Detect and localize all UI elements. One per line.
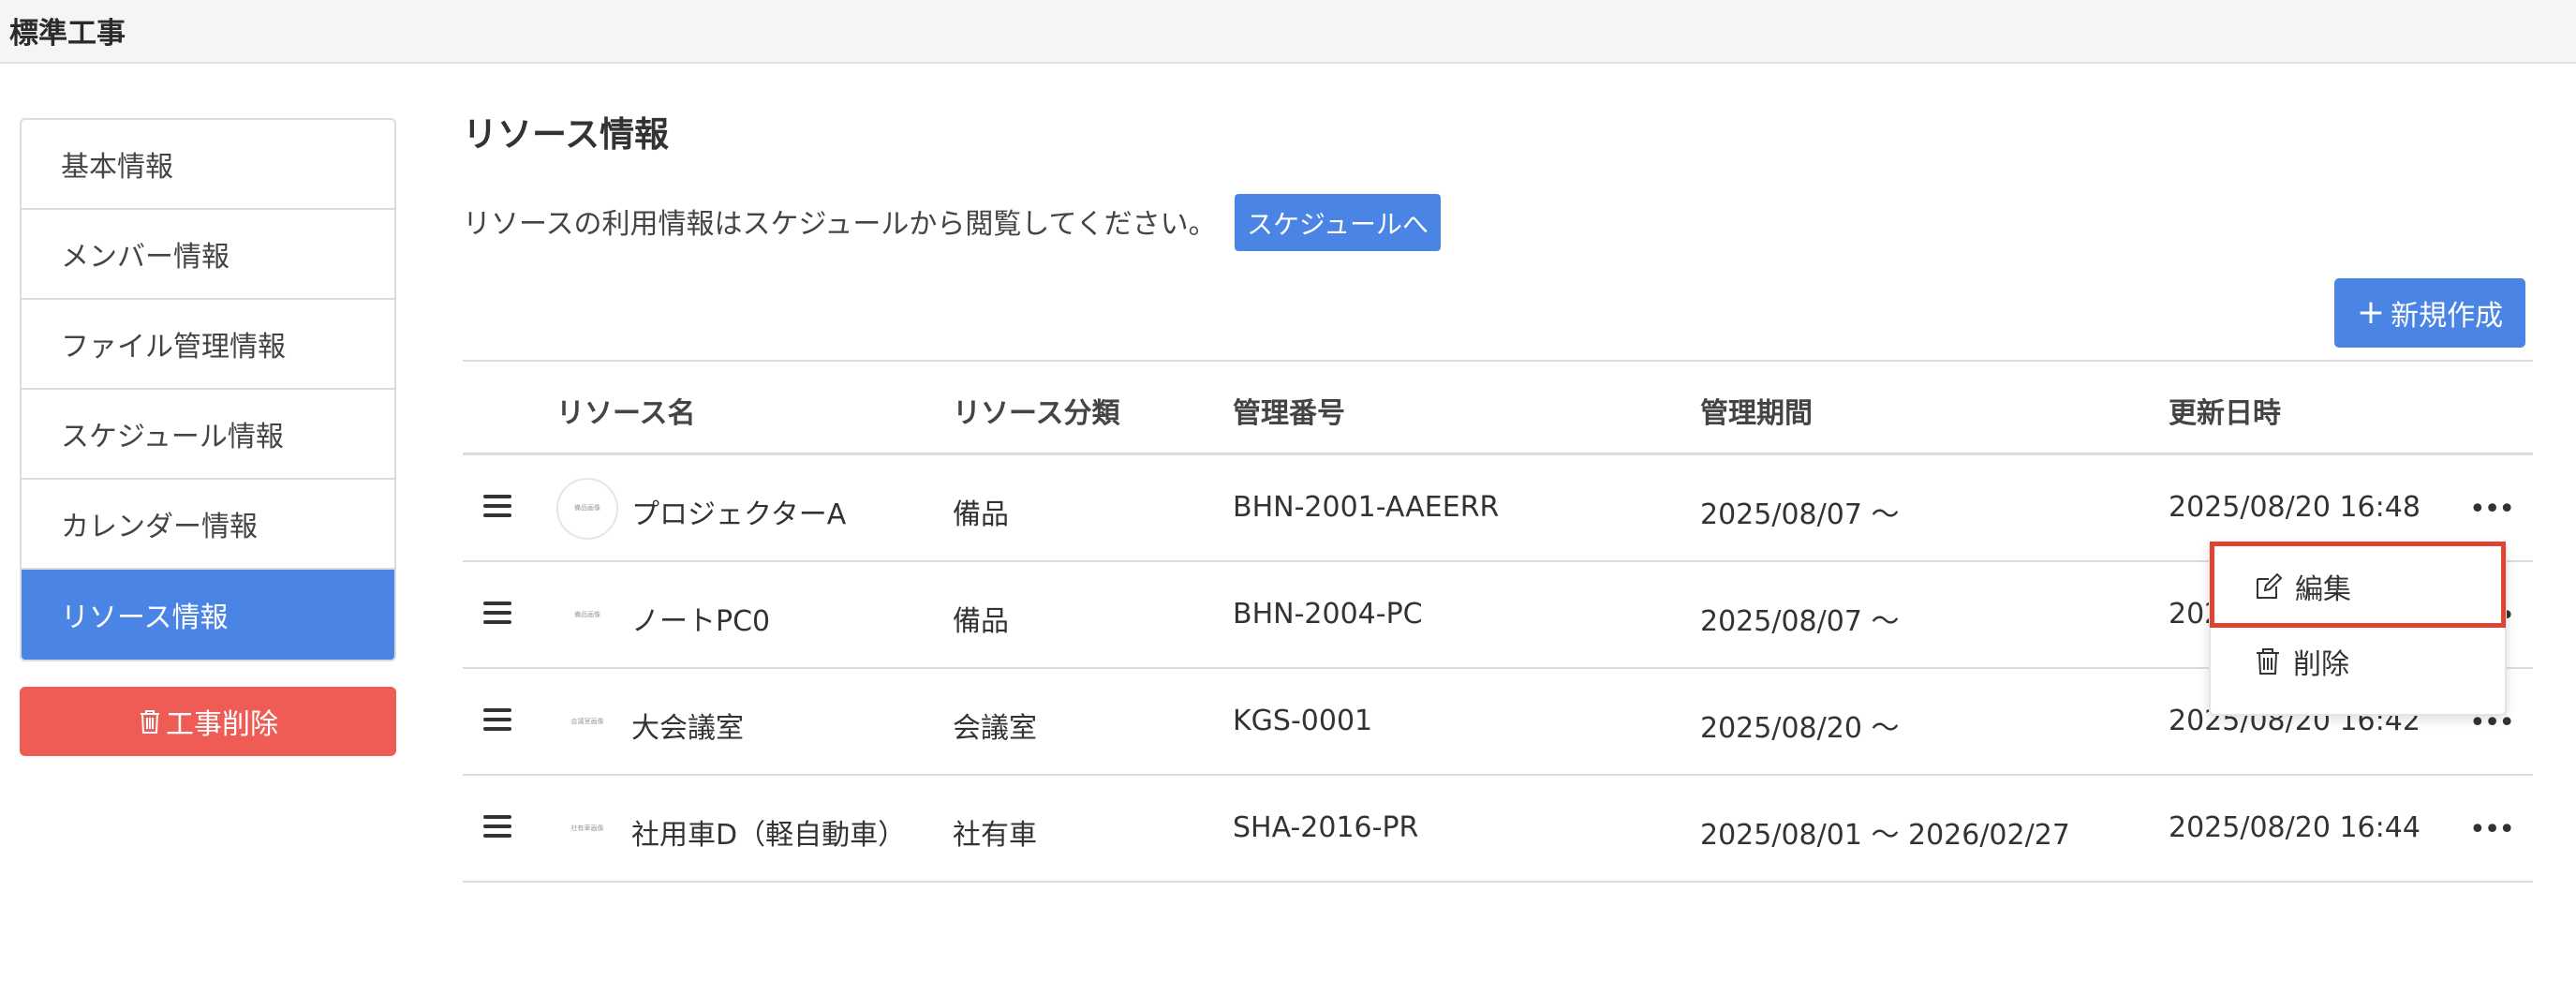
management-period: 2025/08/07 〜 — [1700, 498, 1900, 531]
sidebar-item-calendar[interactable]: カレンダー情報 — [22, 480, 394, 570]
updated-at: 2025/08/20 16:48 — [2169, 491, 2421, 524]
management-period: 2025/08/01 〜 2026/02/27 — [1700, 819, 2070, 852]
edit-label: 編集 — [2295, 573, 2351, 606]
resource-category: 社有車 — [953, 819, 1037, 852]
resource-name: 大会議室 — [631, 712, 744, 745]
management-period: 2025/08/20 〜 — [1700, 712, 1900, 745]
resource-category: 備品 — [953, 498, 1009, 531]
delete-project-button[interactable]: 工事削除 — [20, 687, 396, 756]
resource-thumbnail: 備品画像 — [556, 585, 618, 646]
sidebar: 基本情報 メンバー情報 ファイル管理情報 スケジュール情報 カレンダー情報 リソ… — [20, 118, 396, 661]
top-bar: 標準工事 — [0, 0, 2576, 64]
new-resource-button[interactable]: + 新規作成 — [2334, 278, 2525, 348]
management-code: KGS-0001 — [1233, 705, 1373, 737]
drag-handle-icon[interactable] — [483, 495, 511, 519]
header-management-period[interactable]: 管理期間 — [1700, 390, 1813, 431]
resource-thumbnail: 会議室画像 — [556, 691, 618, 753]
resource-name: 社用車D（軽自動車） — [631, 819, 907, 852]
management-code: BHN-2004-PC — [1233, 598, 1423, 631]
more-options-icon[interactable]: ••• — [2469, 813, 2515, 846]
trash-icon — [2257, 648, 2279, 675]
table-header: リソース名 リソース分類 管理番号 管理期間 更新日時 — [463, 362, 2533, 455]
trash-icon — [141, 710, 159, 734]
page-title: リソース情報 — [463, 114, 670, 155]
resource-category: 備品 — [953, 605, 1009, 638]
header-updated-at[interactable]: 更新日時 — [2169, 390, 2281, 431]
delete-project-label: 工事削除 — [166, 708, 278, 741]
app-title: 標準工事 — [9, 17, 126, 51]
plus-icon: + — [2356, 293, 2386, 332]
sidebar-item-files[interactable]: ファイル管理情報 — [22, 300, 394, 390]
header-resource-category[interactable]: リソース分類 — [953, 390, 1120, 431]
drag-handle-icon[interactable] — [483, 815, 511, 839]
go-to-schedule-button[interactable]: スケジュールへ — [1235, 194, 1441, 251]
management-code: BHN-2001-AAEERR — [1233, 491, 1500, 524]
sidebar-item-basic[interactable]: 基本情報 — [22, 120, 394, 210]
header-resource-name[interactable]: リソース名 — [556, 390, 696, 431]
management-period: 2025/08/07 〜 — [1700, 605, 1900, 638]
info-text: リソースの利用情報はスケジュールから閲覧してください。 — [463, 208, 1217, 241]
resource-thumbnail: 備品画像 — [556, 478, 618, 540]
sidebar-item-schedule[interactable]: スケジュール情報 — [22, 390, 394, 480]
drag-handle-icon[interactable] — [483, 708, 511, 733]
delete-menu-item[interactable]: 削除 — [2211, 624, 2509, 699]
edit-menu-item[interactable]: 編集 — [2211, 549, 2509, 624]
updated-at: 2025/08/20 16:44 — [2169, 811, 2421, 844]
table-row[interactable]: 社有車画像 社用車D（軽自動車） 社有車 SHA-2016-PR 2025/08… — [463, 776, 2533, 883]
header-management-code[interactable]: 管理番号 — [1233, 390, 1345, 431]
delete-label: 削除 — [2293, 648, 2349, 681]
new-resource-label: 新規作成 — [2391, 300, 2504, 333]
resource-name: プロジェクターA — [631, 498, 847, 531]
resource-name: ノートPC0 — [631, 605, 771, 638]
row-context-menu: 編集 削除 — [2209, 542, 2507, 716]
more-options-icon[interactable]: ••• — [2469, 493, 2515, 526]
management-code: SHA-2016-PR — [1233, 811, 1419, 844]
resource-thumbnail: 社有車画像 — [556, 798, 618, 860]
resource-category: 会議室 — [953, 712, 1037, 745]
edit-icon — [2257, 572, 2283, 599]
sidebar-item-members[interactable]: メンバー情報 — [22, 210, 394, 300]
sidebar-item-resources[interactable]: リソース情報 — [22, 570, 394, 660]
drag-handle-icon[interactable] — [483, 601, 511, 626]
